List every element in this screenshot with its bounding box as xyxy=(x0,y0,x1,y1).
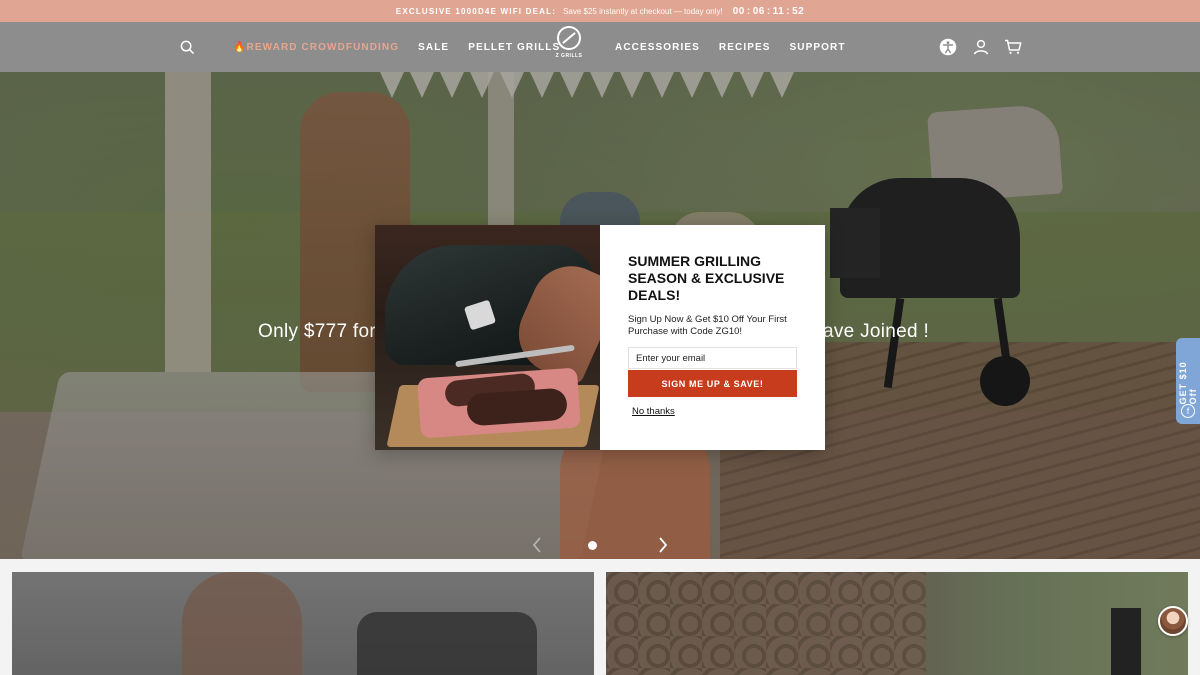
no-thanks-link[interactable]: No thanks xyxy=(632,406,797,417)
email-field[interactable] xyxy=(628,347,797,369)
timer-seconds: 11 xyxy=(772,5,785,17)
nav-left: 🔥REWARD CROWDFUNDING SALE PELLET GRILLS xyxy=(233,22,560,72)
account-icon[interactable] xyxy=(971,22,991,72)
modal-content: SUMMER GRILLING SEASON & EXCLUSIVE DEALS… xyxy=(600,225,825,450)
timer-separator: : xyxy=(786,5,791,17)
chat-avatar[interactable] xyxy=(1158,606,1188,636)
announcement-bar: EXCLUSIVE 1000D4E WIFI DEAL: Save $25 in… xyxy=(0,0,1200,22)
timer-minutes: 06 xyxy=(752,5,765,17)
timer-separator: : xyxy=(746,5,751,17)
chevron-left-icon[interactable] xyxy=(527,534,547,556)
nav-reward-crowdfunding[interactable]: 🔥REWARD CROWDFUNDING xyxy=(233,42,399,53)
logo-mark xyxy=(557,26,581,50)
nav-support[interactable]: SUPPORT xyxy=(790,42,846,53)
hero-headline-right: ave Joined ! xyxy=(823,321,930,342)
site-header: 🔥REWARD CROWDFUNDING SALE PELLET GRILLS … xyxy=(0,22,1200,72)
nav-recipes[interactable]: RECIPES xyxy=(719,42,771,53)
timer-fraction: 52 xyxy=(792,5,805,17)
timer-hours: 00 xyxy=(732,5,745,17)
side-tab-label: GET $10 Off xyxy=(1178,361,1198,405)
announcement-lead: EXCLUSIVE 1000D4E WIFI DEAL: xyxy=(395,6,557,16)
modal-subtitle: Sign Up Now & Get $10 Off Your First Pur… xyxy=(628,314,787,337)
sign-up-button[interactable]: SIGN ME UP & SAVE! xyxy=(628,370,797,397)
site-logo[interactable]: Z GRILLS xyxy=(553,26,585,68)
get-discount-tab[interactable]: GET $10 Off f xyxy=(1176,338,1200,424)
nav-sale[interactable]: SALE xyxy=(418,42,449,53)
accessibility-icon[interactable] xyxy=(938,22,958,72)
promo-card-right[interactable] xyxy=(606,572,1188,675)
newsletter-modal: SUMMER GRILLING SEASON & EXCLUSIVE DEALS… xyxy=(375,225,825,450)
modal-title: SUMMER GRILLING SEASON & EXCLUSIVE DEALS… xyxy=(628,253,785,303)
nav-pellet-grills[interactable]: PELLET GRILLS xyxy=(468,42,560,53)
search-icon[interactable] xyxy=(176,22,198,72)
nav-accessories[interactable]: ACCESSORIES xyxy=(615,42,700,53)
promo-card-left[interactable] xyxy=(12,572,594,675)
countdown-timer: 00 : 06 : 11 : 52 xyxy=(733,6,804,17)
announcement-message: Save $25 instantly at checkout — today o… xyxy=(563,6,723,16)
timer-separator: : xyxy=(766,5,771,17)
nav-right: ACCESSORIES RECIPES SUPPORT xyxy=(615,22,846,72)
slide-dot-active[interactable] xyxy=(588,541,597,550)
modal-grill-image xyxy=(375,225,600,450)
facebook-icon: f xyxy=(1181,404,1195,418)
chevron-right-icon[interactable] xyxy=(653,534,673,556)
cart-icon[interactable] xyxy=(1003,22,1023,72)
logo-text: Z GRILLS xyxy=(555,53,583,59)
hero-headline-left: Only $777 for xyxy=(258,321,376,342)
